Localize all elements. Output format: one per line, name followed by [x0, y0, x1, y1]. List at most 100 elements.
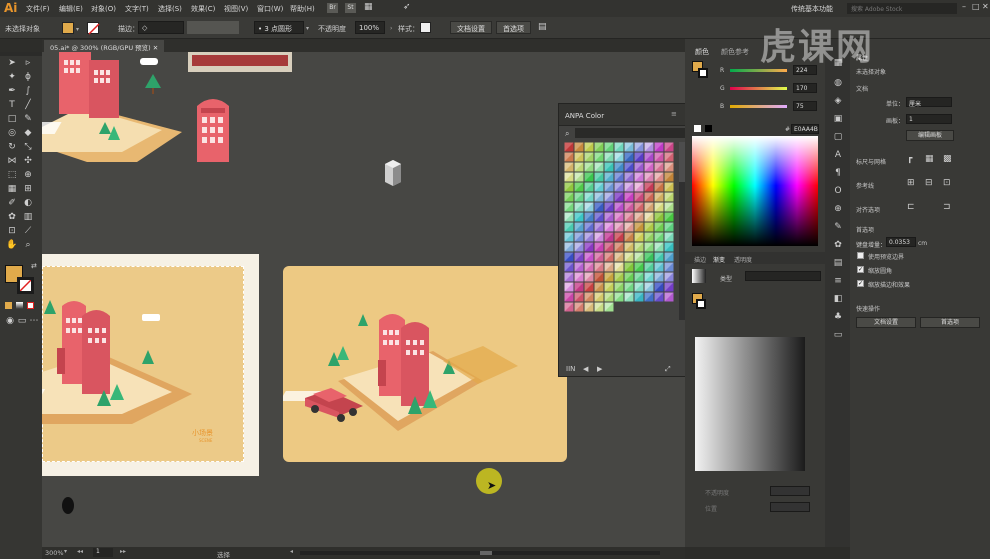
swap-colors-icon[interactable]: ⇄ — [31, 262, 37, 270]
library-menu-icon[interactable]: IIN — [566, 365, 575, 373]
zoom-tool-icon[interactable]: ⌕ — [22, 239, 34, 251]
fill-dropdown-icon[interactable]: ▾ — [76, 26, 79, 33]
club-swatches-icon[interactable]: ♣ — [832, 311, 844, 323]
gradient-type-select[interactable] — [745, 271, 821, 281]
guides-lock-icon[interactable]: ⊟ — [925, 178, 933, 188]
stroke-icon[interactable]: ≡ — [832, 275, 844, 287]
menu-edit[interactable]: 编辑(E) — [59, 4, 83, 14]
workspace-switcher[interactable]: 传统基本功能 — [791, 4, 833, 14]
eyedropper-icon[interactable]: ✐ — [6, 197, 18, 209]
eraser-icon[interactable]: ◆ — [22, 127, 34, 139]
swatch-grid[interactable] — [564, 142, 676, 320]
artboard-main[interactable] — [283, 266, 567, 462]
gpu-icon[interactable]: ➶ — [403, 2, 411, 12]
prev-artboard-icon[interactable]: ◂◂ — [77, 548, 83, 555]
opacity-arrow-icon[interactable]: › — [390, 25, 392, 32]
edit-toolbar-icon[interactable]: ⋯ — [28, 315, 40, 327]
menu-effect[interactable]: 效果(C) — [191, 4, 215, 14]
next-library-icon[interactable]: ▶ — [597, 365, 602, 373]
black-swatch[interactable] — [705, 125, 712, 132]
align-panel-icon[interactable]: ▭ — [832, 329, 844, 341]
pen-tool-icon[interactable]: ✒ — [6, 85, 18, 97]
graph-tool-icon[interactable]: ▥ — [22, 211, 34, 223]
curvature-icon[interactable]: ∫ — [22, 85, 34, 97]
glyphs-icon[interactable]: ⊕ — [832, 203, 844, 215]
paintbrush-icon[interactable]: ✎ — [22, 113, 34, 125]
align-left-icon[interactable]: ⊏ — [907, 202, 915, 212]
stroke-width-input[interactable]: ◇ — [138, 21, 184, 34]
gradient-opacity-input[interactable] — [770, 486, 810, 496]
b-value-input[interactable]: 75 — [793, 101, 817, 111]
stock-icon[interactable]: St — [345, 3, 356, 13]
close-icon[interactable]: ✕ — [982, 2, 989, 11]
mesh-icon[interactable]: ⊞ — [22, 183, 34, 195]
color-mode-icon[interactable] — [5, 302, 12, 309]
g-slider[interactable] — [730, 87, 787, 90]
document-setup-quick-button[interactable]: 文档设置 — [856, 317, 916, 328]
fill-swatch[interactable] — [62, 22, 74, 34]
lasso-icon[interactable]: ϕ — [22, 71, 34, 83]
free-transform-icon[interactable]: ⬚ — [6, 169, 18, 181]
zoom-level[interactable]: 300% — [45, 549, 64, 557]
bridge-icon[interactable]: Br — [327, 3, 338, 13]
menu-help[interactable]: 帮助(H) — [290, 4, 315, 14]
tab-stroke[interactable]: 描边 — [694, 255, 706, 264]
scale-strokes-checkbox[interactable]: ✓ — [857, 280, 864, 287]
color-icon[interactable]: ◍ — [832, 77, 844, 89]
scroll-left-icon[interactable]: ◂ — [290, 548, 293, 555]
color-stroke-box[interactable] — [698, 68, 708, 78]
line-tool-icon[interactable]: ╱ — [22, 99, 34, 111]
align-icon[interactable]: ▤ — [538, 22, 547, 32]
maximize-icon[interactable]: □ — [972, 2, 980, 11]
screen-mode-icon[interactable]: ▭ — [16, 315, 28, 327]
tab-gradient[interactable]: 渐变 — [713, 255, 725, 264]
panel-menu-icon[interactable]: ≡ — [671, 110, 677, 118]
next-artboard-icon[interactable]: ▸▸ — [120, 548, 126, 555]
prev-library-icon[interactable]: ◀ — [583, 365, 588, 373]
blend-icon[interactable]: ◐ — [22, 197, 34, 209]
brush-dropdown-icon[interactable]: ▾ — [306, 25, 309, 32]
gradient-mode-icon[interactable] — [16, 302, 23, 309]
artboard-tool-icon[interactable]: ⊡ — [6, 225, 18, 237]
preview-bounds-checkbox[interactable] — [857, 252, 864, 259]
menu-type[interactable]: 文字(T) — [125, 4, 149, 14]
rotate-icon[interactable]: ↻ — [6, 141, 18, 153]
grid-icon[interactable]: ▦ — [925, 154, 934, 164]
pixel-grid-icon[interactable]: ▩ — [943, 154, 952, 164]
perspective-grid-icon[interactable]: ▦ — [6, 183, 18, 195]
phone-booth-artwork[interactable] — [193, 92, 233, 164]
smart-guides-icon[interactable]: ⊡ — [943, 178, 951, 188]
keyboard-increment-input[interactable]: 0.0353 — [886, 237, 916, 247]
zoom-dropdown-icon[interactable]: ▾ — [64, 548, 67, 555]
puppet-warp-icon[interactable]: ✣ — [22, 155, 34, 167]
minimize-icon[interactable]: – — [962, 2, 966, 11]
opentype-icon[interactable]: O — [832, 185, 844, 197]
menu-window[interactable]: 窗口(W) — [257, 4, 283, 14]
menu-select[interactable]: 选择(S) — [158, 4, 182, 14]
tab-transparency[interactable]: 透明度 — [734, 255, 752, 264]
magic-wand-icon[interactable]: ✦ — [6, 71, 18, 83]
transform-icon[interactable]: ▢ — [832, 131, 844, 143]
anpa-color-panel[interactable]: ANPA Color ≡ ⌕ IIN ◀ ▶ ⤢ — [558, 103, 691, 377]
libraries-icon[interactable]: ▣ — [832, 113, 844, 125]
none-mode-icon[interactable] — [27, 302, 34, 309]
rectangle-tool-icon[interactable]: □ — [6, 113, 18, 125]
graphic-styles-icon[interactable]: ▤ — [832, 257, 844, 269]
g-value-input[interactable]: 170 — [793, 83, 817, 93]
scale-corners-checkbox[interactable]: ✓ — [857, 266, 864, 273]
stock-search-input[interactable]: 搜索 Adobe Stock — [847, 3, 957, 14]
brushes-icon[interactable]: ✎ — [832, 221, 844, 233]
draw-normal-icon[interactable]: ◉ — [4, 315, 16, 327]
hex-input[interactable]: E0AA4B — [791, 124, 819, 134]
preferences-button[interactable]: 首选项 — [496, 21, 531, 34]
align-center-icon[interactable]: ⊐ — [943, 202, 951, 212]
tab-color-guide[interactable]: 颜色参考 — [721, 47, 749, 57]
slice-tool-icon[interactable]: ⟋ — [22, 225, 34, 237]
scale-icon[interactable]: ⤡ — [22, 141, 34, 153]
horizontal-scrollbar[interactable] — [300, 551, 660, 555]
gradient-icon[interactable]: ◧ — [832, 293, 844, 305]
stroke-swatch[interactable] — [87, 22, 100, 35]
opacity-input[interactable]: 100% — [355, 21, 385, 34]
gradient-preview[interactable] — [695, 337, 805, 471]
top-scene-artwork[interactable] — [42, 52, 192, 172]
